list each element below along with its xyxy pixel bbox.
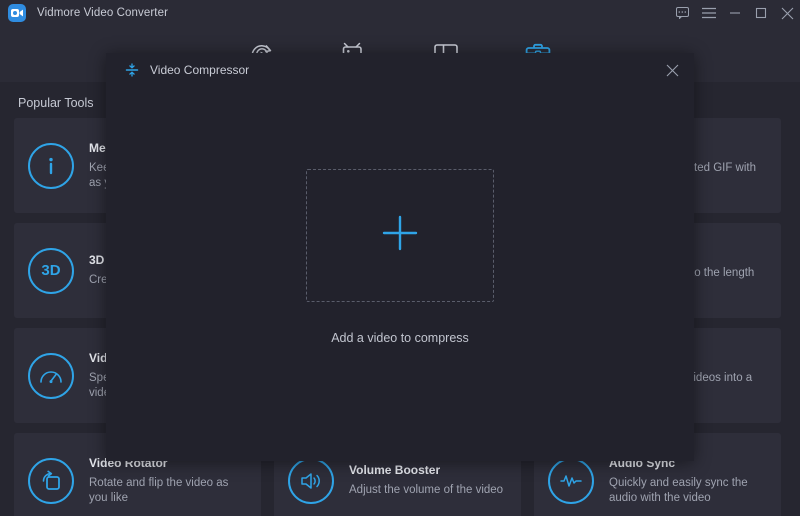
dialog-title: Video Compressor [150,63,249,77]
menu-button[interactable] [696,0,722,26]
tool-name: Volume Booster [349,463,503,477]
add-video-dropzone[interactable] [306,169,494,302]
tool-description: Rotate and flip the video as you like [89,476,247,506]
video-compressor-dialog: Video Compressor Add a video to compress [106,53,694,461]
speedometer-icon [28,353,74,399]
audio-sync-icon [548,458,594,504]
tool-card-text: Volume Booster Adjust the volume of the … [349,463,503,498]
compress-icon [125,63,139,77]
tool-card-text: Audio Sync Quickly and easily sync the a… [609,456,767,506]
maximize-button[interactable] [748,0,774,26]
title-bar: Vidmore Video Converter [0,0,800,26]
app-title: Vidmore Video Converter [37,7,168,19]
dialog-header: Video Compressor [106,53,694,86]
close-button[interactable] [774,0,800,26]
close-icon[interactable] [658,56,686,84]
minimize-button[interactable] [722,0,748,26]
feedback-button[interactable] [668,0,696,26]
application-window: Vidmore Video Converter [0,0,800,516]
tool-description: Adjust the volume of the video [349,483,503,498]
plus-icon [380,213,420,258]
rotate-icon [28,458,74,504]
app-logo-icon [8,4,26,22]
tool-description: Quickly and easily sync the audio with t… [609,476,767,506]
3d-icon: 3D [28,248,74,294]
dropzone-label: Add a video to compress [331,331,469,345]
volume-icon [288,458,334,504]
tool-card-text: Video Rotator Rotate and flip the video … [89,456,247,506]
section-title: Popular Tools [18,96,94,110]
info-icon [28,143,74,189]
3d-glyph: 3D [41,262,60,279]
dialog-body: Add a video to compress [106,86,694,461]
window-controls [668,0,800,26]
